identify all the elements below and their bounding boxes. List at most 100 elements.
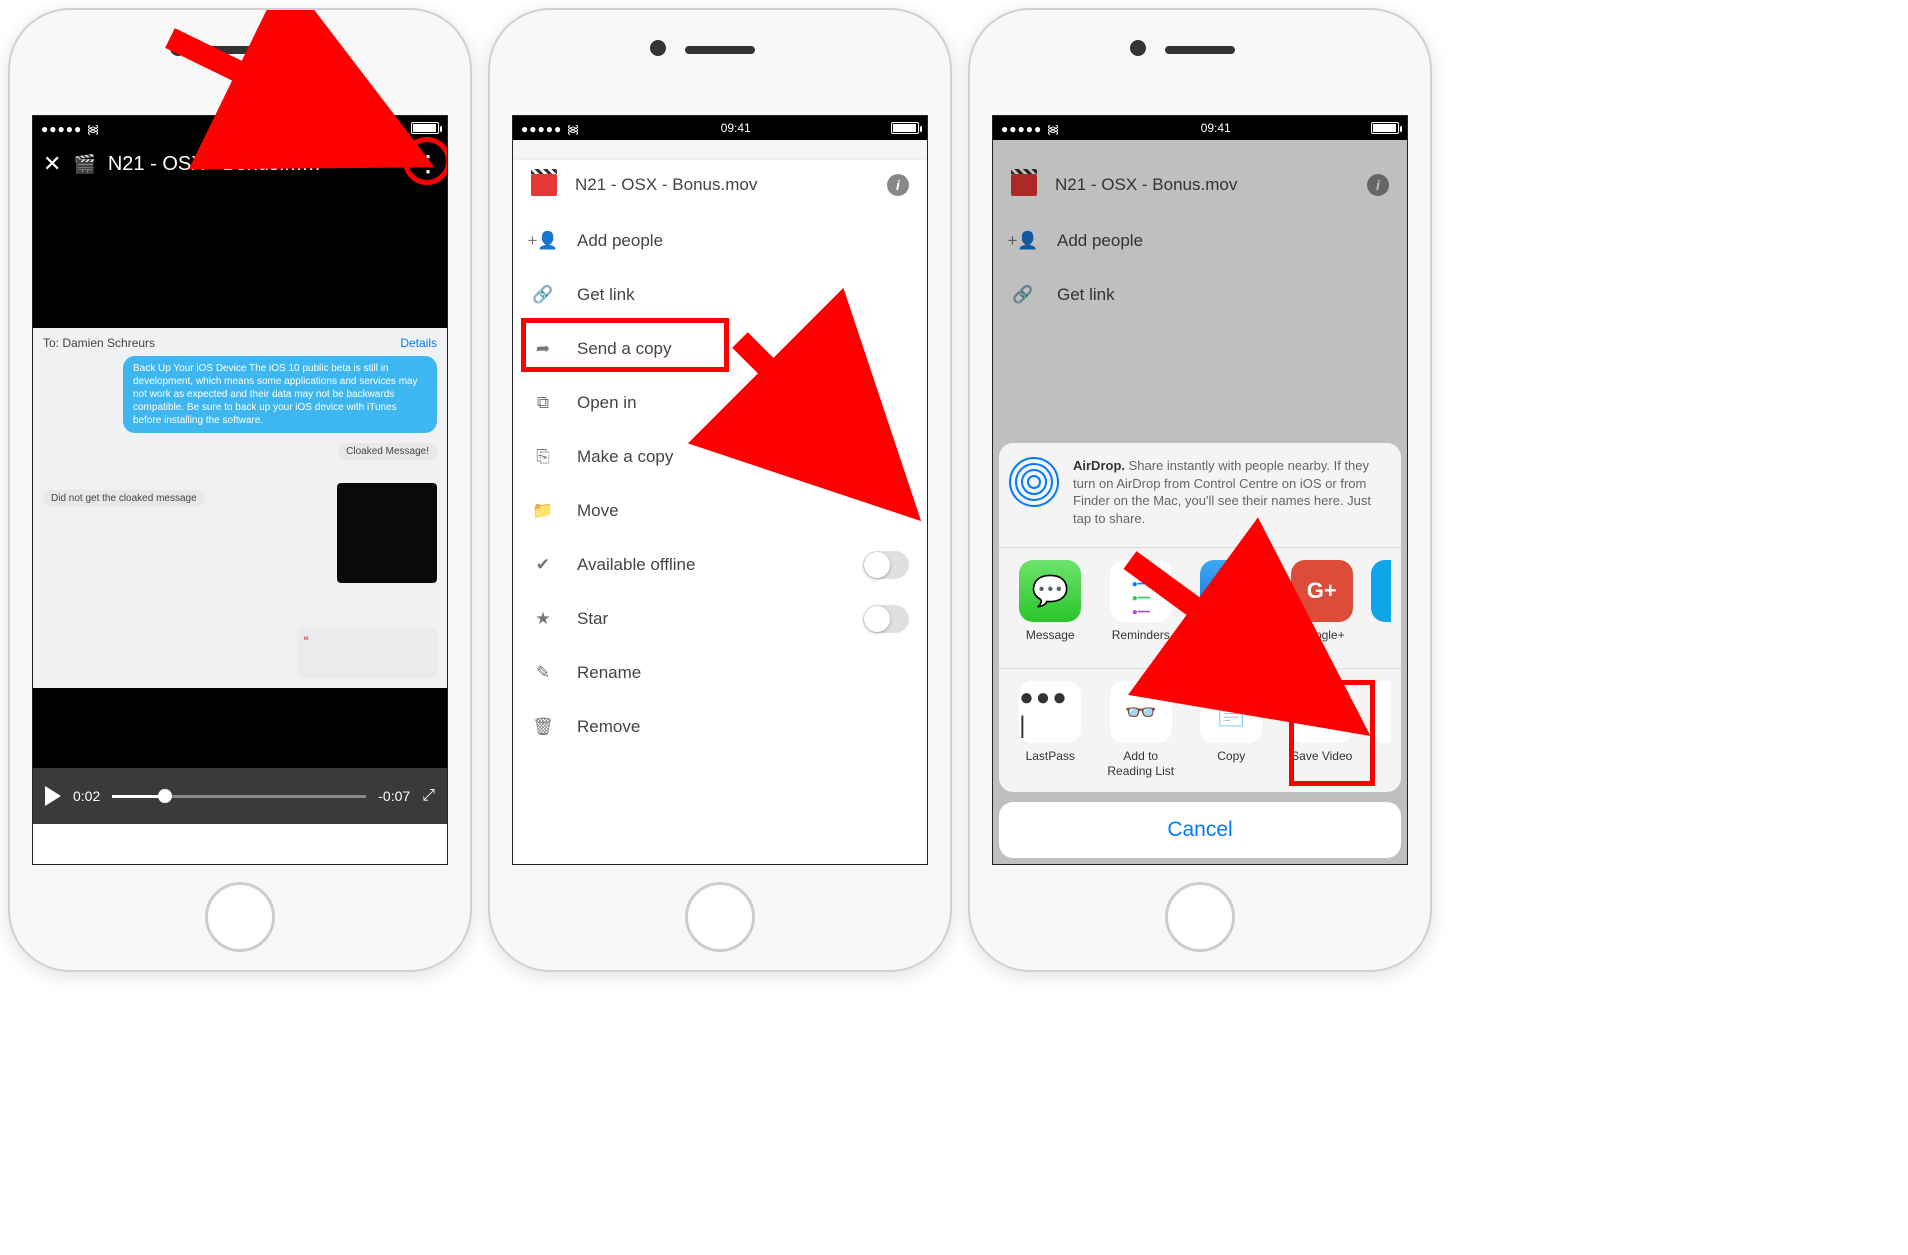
reply-msg: Did not get the cloaked message [43,490,205,507]
app-label: Google+ [1299,628,1345,656]
video-black-bottom [33,688,447,768]
app-message[interactable]: 💬 Message [1009,560,1092,656]
signal-icon: ●●●●● ᯼ [521,120,580,137]
star-toggle[interactable] [863,605,909,633]
app-label: Message [1026,628,1075,656]
front-camera [1130,40,1146,56]
status-right [1371,122,1399,134]
quote-box: ❝ [297,628,437,678]
action-label: Save Video [1291,749,1352,777]
drive-menu: +👤 Add people 🔗 Get link ➦ Send a copy ⧉… [513,210,927,758]
airdrop-row[interactable]: AirDrop. Share instantly with people nea… [1009,457,1391,527]
share-panel: AirDrop. Share instantly with people nea… [999,443,1401,792]
action-copy[interactable]: 📄 Copy [1190,681,1273,778]
app-label: Mail [1220,628,1242,656]
app-reminders[interactable]: ●━━●━━●━━●━━ Reminders [1100,560,1183,656]
battery-icon [411,122,439,134]
video-preview: To: Damien Schreurs Details Back Up Your… [33,328,447,688]
share-arrow-icon: ➦ [531,337,555,361]
dark-thumbnail [337,483,437,583]
cancel-button[interactable]: Cancel [999,802,1401,858]
video-title: N21 - OSX - Bonus.m… [108,153,405,176]
to-label: To: Damien Schreurs [43,336,155,350]
trash-icon: 🗑 [531,715,555,739]
message-icon: 💬 [1019,560,1081,622]
reminders-icon: ●━━●━━●━━●━━ [1110,560,1172,622]
googleplus-icon: G+ [1291,560,1353,622]
menu-label: Get link [577,285,635,305]
menu-label: Remove [577,717,640,737]
divider [999,668,1401,669]
menu-get-link[interactable]: 🔗 Get link [513,268,927,322]
time-remaining: -0:07 [378,788,410,804]
front-camera [170,40,186,56]
offline-toggle[interactable] [863,551,909,579]
menu-label: Send a copy [577,339,672,359]
info-icon[interactable]: i [887,174,909,196]
offline-icon: ✔ [531,553,555,577]
action-row: ●●● | LastPass 👓 Add to Reading List 📄 C… [1009,673,1391,778]
battery-icon [891,122,919,134]
home-button[interactable] [1165,882,1235,952]
film-icon: 🎬 [73,154,95,175]
app-mail[interactable]: ✉ Mail [1190,560,1273,656]
video-file-icon [531,174,557,196]
action-reading-list[interactable]: 👓 Add to Reading List [1100,681,1183,778]
action-lastpass[interactable]: ●●● | LastPass [1009,681,1092,778]
lastpass-icon: ●●● | [1019,681,1081,743]
move-icon: 📁 [531,499,555,523]
close-icon[interactable]: ✕ [43,151,61,177]
front-camera [650,40,666,56]
speaker [1165,46,1235,54]
copy-icon: ⎘ [531,445,555,469]
status-right [411,122,439,134]
action-label: Add to Reading List [1100,749,1183,778]
action-label: LastPass [1026,749,1075,777]
add-people-icon: +👤 [531,229,555,253]
speaker [205,46,275,54]
home-button[interactable] [685,882,755,952]
airdrop-text: AirDrop. Share instantly with people nea… [1073,457,1391,527]
drive-filename: N21 - OSX - Bonus.mov [575,175,869,195]
status-bar: ●●●●● ᯼ 09:41 [33,116,447,140]
app-label: Reminders [1112,628,1170,656]
action-save-video[interactable]: Save Video [1281,681,1364,778]
signal-icon: ●●●●● ᯼ [41,120,100,137]
menu-label: Make a copy [577,447,673,467]
menu-rename[interactable]: ✎ Rename [513,646,927,700]
menu-send-copy[interactable]: ➦ Send a copy [513,322,927,376]
menu-remove[interactable]: 🗑 Remove [513,700,927,754]
status-bar: ●●●●● ᯼ 09:41 [513,116,927,140]
play-icon[interactable] [45,786,61,806]
action-label: Copy [1217,749,1245,777]
message-bubble: Back Up Your iOS Device The iOS 10 publi… [123,356,437,433]
menu-add-people[interactable]: +👤 Add people [513,214,927,268]
airdrop-label: AirDrop. [1073,458,1125,473]
time-elapsed: 0:02 [73,788,100,804]
fullscreen-icon[interactable]: ⤢ [422,787,435,805]
menu-available-offline[interactable]: ✔ Available offline [513,538,927,592]
seek-track[interactable] [112,795,366,798]
video-controls: 0:02 -0:07 ⤢ [33,768,447,824]
menu-open-in[interactable]: ⧉ Open in [513,376,927,430]
app-googleplus[interactable]: G+ Google+ [1281,560,1364,656]
share-sheet: AirDrop. Share instantly with people nea… [999,443,1401,858]
menu-star[interactable]: ★ Star [513,592,927,646]
menu-make-copy[interactable]: ⎘ Make a copy [513,430,927,484]
mail-icon: ✉ [1200,560,1262,622]
more-icon[interactable]: ⋮ [417,151,437,177]
rename-icon: ✎ [531,661,555,685]
speaker [685,46,755,54]
save-video-icon [1291,681,1353,743]
screen-3: ●●●●● ᯼ 09:41 N21 - OSX - Bonus.mov i +👤… [992,115,1408,865]
menu-label: Star [577,609,608,629]
star-icon: ★ [531,607,555,631]
menu-move[interactable]: 📁 Move [513,484,927,538]
more-button-wrap: ⋮ [417,151,437,177]
status-time: 09:41 [1201,121,1231,135]
status-bar: ●●●●● ᯼ 09:41 [993,116,1407,140]
dimmed-header [513,140,927,160]
menu-label: Available offline [577,555,695,575]
home-button[interactable] [205,882,275,952]
screen-1: ●●●●● ᯼ 09:41 ✕ 🎬 N21 - OSX - Bonus.m… ⋮… [32,115,448,865]
